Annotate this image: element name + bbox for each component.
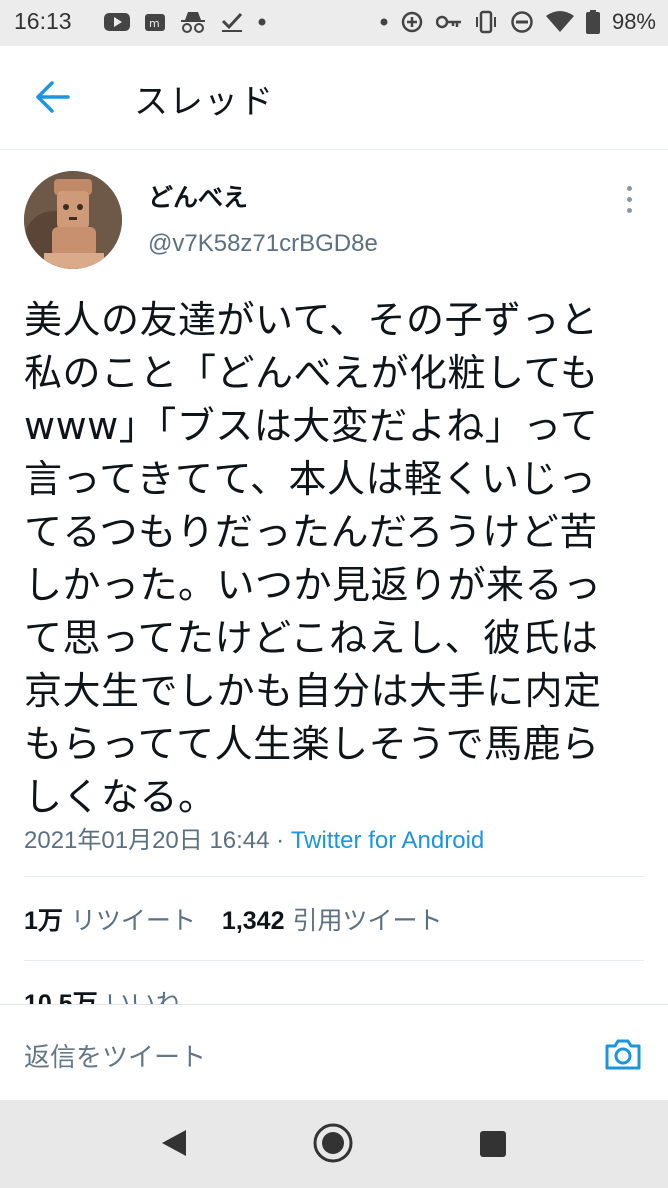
app-icon: m [144,11,166,33]
divider [24,876,644,877]
dot-icon [258,18,266,26]
camera-button[interactable] [604,1035,642,1073]
quotes-count: 1,342 [221,907,285,935]
status-icons-left: m [104,9,266,35]
back-button[interactable] [32,79,72,115]
reply-bar: 返信をツイート [0,1004,668,1101]
dnd-icon [510,10,534,34]
dot-icon [380,18,388,26]
tweet-meta: 2021年01月20日 16:44 · Twitter for Android [24,820,484,855]
check-icon [220,11,244,33]
more-vert-icon [626,186,632,191]
battery-percent: 98% [611,9,656,34]
reply-input[interactable]: 返信をツイート [24,1037,206,1074]
retweets-label: リツイート [70,906,196,935]
tweet-timestamp[interactable]: 2021年01月20日 16:44 [24,827,270,854]
tweet-text: 美人の友達がいて、その子ずっと 私のこと「どんべえが化粧しても www」「ブスは… [24,298,602,819]
tweet-source-link[interactable]: Twitter for Android [291,827,484,854]
divider [24,960,644,961]
status-icons-right: 98% [380,9,656,35]
arrow-left-icon [36,81,70,113]
page-title: スレッド [134,82,274,122]
nav-back-button[interactable] [160,1128,188,1158]
retweets-count: 1万 [24,907,63,935]
youtube-icon [104,12,130,32]
camera-icon [605,1039,641,1070]
tweet-stats: 1万 リツイート 1,342 引用ツイート [24,901,469,937]
status-bar: 16:13 m 98% [0,0,668,46]
meta-separator: · [269,827,291,854]
more-vert-icon-dot [626,208,632,213]
battery-icon [585,10,600,34]
wifi-icon [545,11,574,33]
system-nav-bar [0,1100,668,1188]
more-options-button[interactable] [617,186,641,216]
thread-header: スレッド [0,46,668,150]
retweets-stat[interactable]: 1万 リツイート [24,901,196,937]
vibrate-icon [474,10,498,34]
data-saver-icon [400,10,424,34]
incognito-icon [180,10,206,34]
status-time: 16:13 [14,8,72,34]
quotes-label: 引用ツイート [292,906,443,935]
key-icon [435,14,462,30]
display-name[interactable]: どんべえ [148,178,248,214]
user-handle[interactable]: @v7K58z71crBGD8e [148,230,378,258]
figurine-avatar-image [24,171,122,269]
nav-recents-button[interactable] [480,1131,506,1157]
avatar[interactable] [24,171,122,269]
quotes-stat[interactable]: 1,342 引用ツイート [222,901,443,937]
triangle-back-icon [162,1130,186,1156]
nav-home-button[interactable] [312,1122,354,1164]
home-circle-icon [313,1123,353,1163]
svg-text:m: m [149,17,160,30]
more-vert-icon-dot [626,197,632,202]
